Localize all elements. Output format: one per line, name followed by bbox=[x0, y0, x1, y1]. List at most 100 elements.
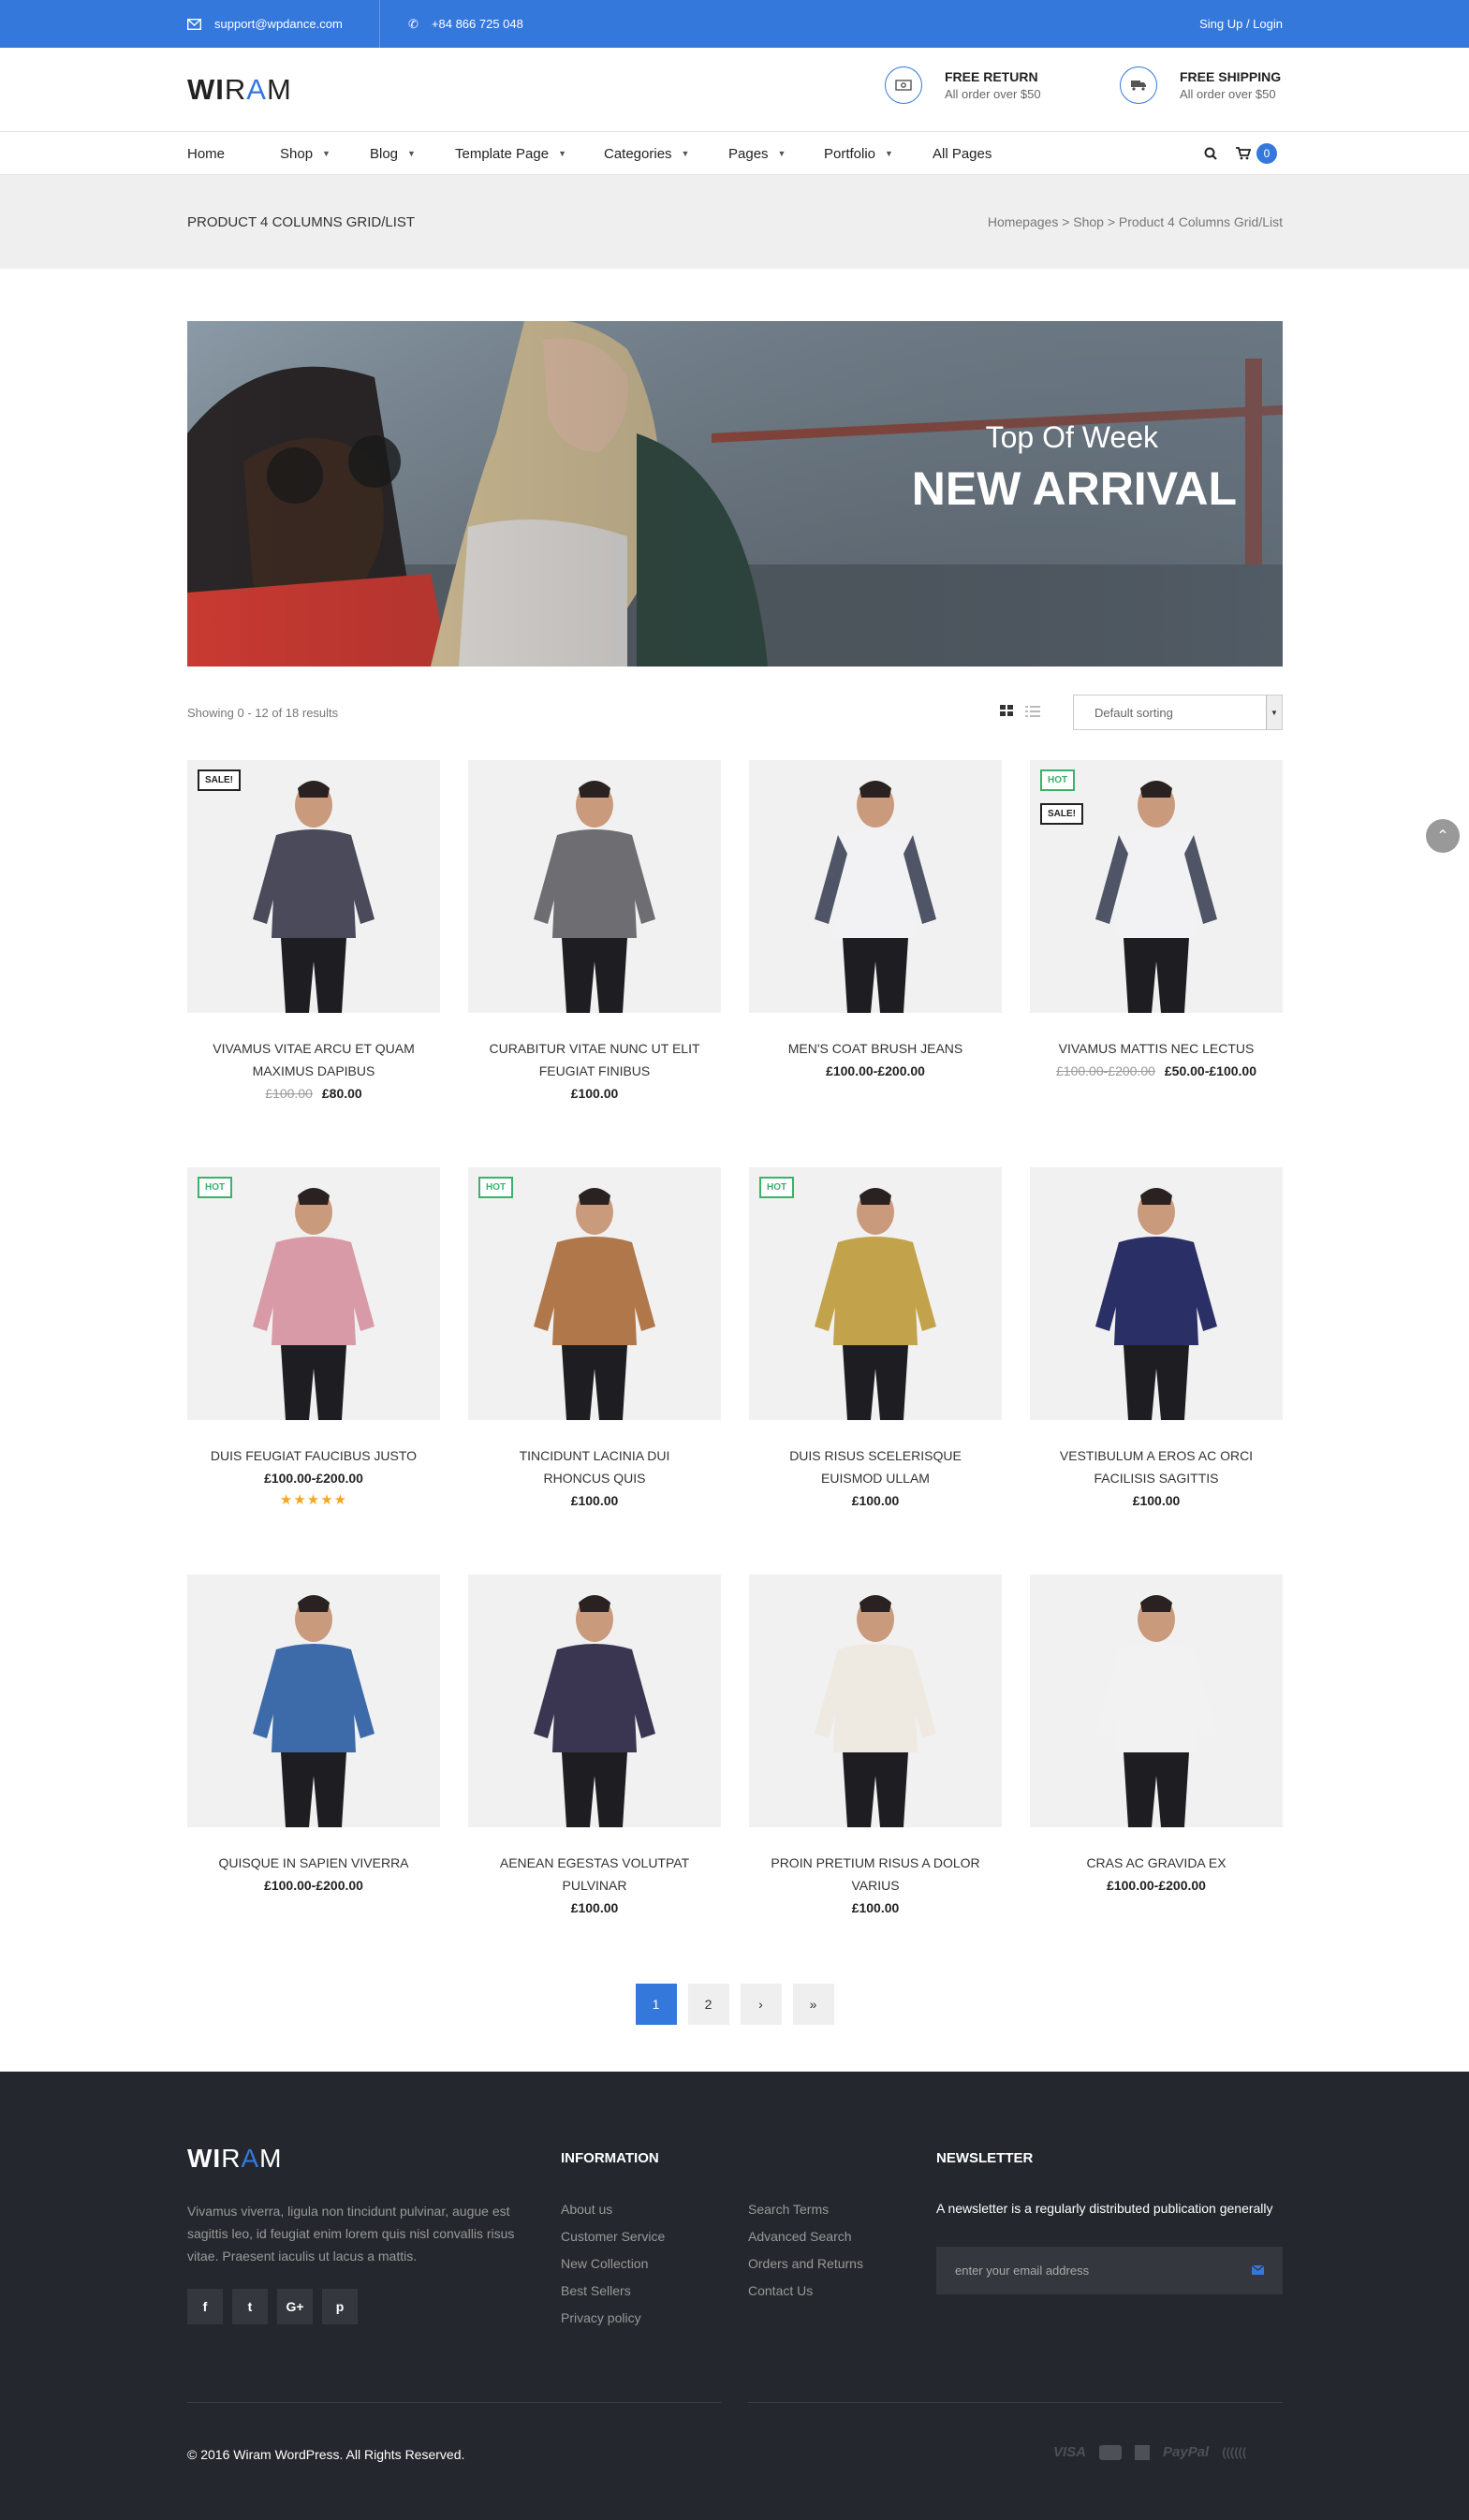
product-photo bbox=[815, 1595, 936, 1827]
product-image[interactable] bbox=[187, 1575, 440, 1827]
footer-link-about[interactable]: About us bbox=[561, 2196, 665, 2223]
last-page-button[interactable]: » bbox=[792, 1984, 834, 2025]
product-image[interactable] bbox=[1030, 1575, 1283, 1827]
nav-shop[interactable]: Shop ▼ bbox=[280, 132, 331, 175]
footer-link-orders-returns[interactable]: Orders and Returns bbox=[748, 2250, 863, 2278]
product-image[interactable] bbox=[468, 1575, 721, 1827]
product-name[interactable]: Proin pretium risus a dolor varius bbox=[749, 1852, 1002, 1897]
google-plus-icon[interactable]: G+ bbox=[277, 2289, 313, 2324]
signup-login-link[interactable]: Sing Up / Login bbox=[1199, 0, 1283, 48]
product-name[interactable]: Tincidunt lacinia dui rhoncus quis bbox=[468, 1444, 721, 1489]
product-card[interactable]: Men's coat brush jeans £100.00-£200.00 bbox=[749, 760, 1002, 1078]
footer-logo[interactable]: WIRAM bbox=[187, 2144, 282, 2174]
footer-link-privacy[interactable]: Privacy policy bbox=[561, 2305, 665, 2332]
nav-shop-label: Shop bbox=[280, 145, 314, 162]
product-photo bbox=[1095, 1595, 1217, 1827]
site-footer: WIRAM Vivamus viverra, ligula non tincid… bbox=[0, 2072, 1469, 2520]
product-card[interactable]: Proin pretium risus a dolor varius £100.… bbox=[749, 1575, 1002, 1915]
nav-portfolio[interactable]: Portfolio ▼ bbox=[824, 132, 893, 175]
footer-link-search-terms[interactable]: Search Terms bbox=[748, 2196, 863, 2223]
nav-home[interactable]: Home bbox=[187, 132, 225, 175]
nav-categories[interactable]: Categories ▼ bbox=[604, 132, 689, 175]
page-1-button[interactable]: 1 bbox=[635, 1984, 677, 2025]
pinterest-icon[interactable]: p bbox=[322, 2289, 358, 2324]
list-view-button[interactable] bbox=[1025, 705, 1040, 720]
nav-blog[interactable]: Blog ▼ bbox=[370, 132, 416, 175]
shop-toolbar: Showing 0 - 12 of 18 results Default sor… bbox=[187, 693, 1283, 732]
product-image[interactable]: HOT SALE! bbox=[1030, 760, 1283, 1013]
product-card[interactable]: Vestibulum a eros ac orci facilisis sagi… bbox=[1030, 1167, 1283, 1508]
product-card[interactable]: SALE! Vivamus vitae arcu et quam maximus… bbox=[187, 760, 440, 1101]
page-2-button[interactable]: 2 bbox=[687, 1984, 729, 2025]
nav-pages[interactable]: Pages ▼ bbox=[728, 132, 786, 175]
breadcrumb[interactable]: Homepages > Shop > Product 4 Columns Gri… bbox=[988, 214, 1283, 229]
search-button[interactable] bbox=[1204, 132, 1217, 175]
product-price: £100.00 bbox=[749, 1900, 1002, 1915]
page-header: PRODUCT 4 COLUMNS GRID/LIST Homepages > … bbox=[0, 175, 1469, 269]
footer-link-new-collection[interactable]: New Collection bbox=[561, 2250, 665, 2278]
product-name[interactable]: Vivamus mattis nec lectus bbox=[1030, 1037, 1283, 1060]
twitter-icon[interactable]: t bbox=[232, 2289, 268, 2324]
product-image[interactable]: HOT bbox=[187, 1167, 440, 1420]
product-price: £100.00-£200.00 bbox=[749, 1063, 1002, 1078]
chevron-down-icon: ▼ bbox=[322, 149, 331, 158]
product-image[interactable] bbox=[468, 760, 721, 1013]
product-card[interactable]: HOT Duis risus scelerisque euismod ullam… bbox=[749, 1167, 1002, 1508]
product-image[interactable] bbox=[749, 760, 1002, 1013]
scroll-to-top-button[interactable]: ⌃ bbox=[1426, 819, 1460, 853]
envelope-icon[interactable] bbox=[1252, 2265, 1264, 2275]
nav-all-pages[interactable]: All Pages bbox=[933, 132, 992, 175]
site-logo[interactable]: WIRAM bbox=[187, 73, 292, 107]
product-name[interactable]: Curabitur vitae nunc ut elit feugiat fin… bbox=[468, 1037, 721, 1082]
product-card[interactable]: HOT SALE! Vivamus mattis nec lectus £100.… bbox=[1030, 760, 1283, 1078]
product-name[interactable]: Quisque in sapien viverra bbox=[187, 1852, 440, 1874]
product-card[interactable]: Curabitur vitae nunc ut elit feugiat fin… bbox=[468, 760, 721, 1101]
product-price: £100.00 £80.00 bbox=[187, 1086, 440, 1101]
product-image[interactable]: HOT bbox=[749, 1167, 1002, 1420]
hero-banner[interactable]: Top Of Week NEW ARRIVAL bbox=[187, 321, 1283, 667]
product-name[interactable]: Vestibulum a eros ac orci facilisis sagi… bbox=[1030, 1444, 1283, 1489]
product-price: £100.00 bbox=[468, 1086, 721, 1101]
product-name[interactable]: Vivamus vitae arcu et quam maximus dapib… bbox=[187, 1037, 440, 1082]
product-price: £100.00 bbox=[468, 1900, 721, 1915]
hot-badge: HOT bbox=[1040, 769, 1076, 791]
product-name[interactable]: Duis risus scelerisque euismod ullam bbox=[749, 1444, 1002, 1489]
product-card[interactable]: HOT Duis feugiat faucibus justo £100.00-… bbox=[187, 1167, 440, 1508]
facebook-icon[interactable]: f bbox=[187, 2289, 223, 2324]
cart-button[interactable]: 0 bbox=[1236, 132, 1277, 175]
sale-badge: SALE! bbox=[1040, 803, 1083, 825]
truck-icon bbox=[1120, 66, 1157, 104]
envelope-icon bbox=[187, 18, 201, 30]
grid-view-button[interactable] bbox=[1000, 705, 1014, 720]
banner-title: NEW ARRIVAL bbox=[911, 462, 1237, 515]
product-image[interactable] bbox=[1030, 1167, 1283, 1420]
product-image[interactable] bbox=[749, 1575, 1002, 1827]
money-icon bbox=[885, 66, 922, 104]
footer-link-contact[interactable]: Contact Us bbox=[748, 2278, 863, 2305]
product-current-price: £100.00-£200.00 bbox=[264, 1878, 363, 1893]
product-name[interactable]: Aenean egestas volutpat pulvinar bbox=[468, 1852, 721, 1897]
product-card[interactable]: HOT Tincidunt lacinia dui rhoncus quis £… bbox=[468, 1167, 721, 1508]
product-price: £100.00-£200.00 bbox=[187, 1471, 440, 1486]
results-count: Showing 0 - 12 of 18 results bbox=[187, 706, 339, 720]
product-card[interactable]: Cras ac gravida ex £100.00-£200.00 bbox=[1030, 1575, 1283, 1893]
next-page-button[interactable]: › bbox=[740, 1984, 782, 2025]
footer-link-advanced-search[interactable]: Advanced Search bbox=[748, 2223, 863, 2250]
product-image[interactable]: SALE! bbox=[187, 760, 440, 1013]
footer-link-best-sellers[interactable]: Best Sellers bbox=[561, 2278, 665, 2305]
product-name[interactable]: Men's coat brush jeans bbox=[749, 1037, 1002, 1060]
topbar-phone[interactable]: ✆ +84 866 725 048 bbox=[408, 0, 523, 48]
sort-select[interactable]: Default sorting ▼ bbox=[1073, 695, 1283, 730]
product-card[interactable]: Quisque in sapien viverra £100.00-£200.0… bbox=[187, 1575, 440, 1893]
footer-divider-right bbox=[748, 2402, 1283, 2403]
product-price: £100.00 bbox=[1030, 1493, 1283, 1508]
product-name[interactable]: Duis feugiat faucibus justo bbox=[187, 1444, 440, 1467]
footer-link-customer-service[interactable]: Customer Service bbox=[561, 2223, 665, 2250]
product-image[interactable]: HOT bbox=[468, 1167, 721, 1420]
product-name[interactable]: Cras ac gravida ex bbox=[1030, 1852, 1283, 1874]
list-icon bbox=[1025, 706, 1040, 717]
product-card[interactable]: Aenean egestas volutpat pulvinar £100.00 bbox=[468, 1575, 721, 1915]
topbar-email[interactable]: support@wpdance.com bbox=[187, 0, 343, 48]
newsletter-email-input[interactable]: enter your email address bbox=[936, 2247, 1283, 2294]
nav-template-page[interactable]: Template Page ▼ bbox=[455, 132, 566, 175]
